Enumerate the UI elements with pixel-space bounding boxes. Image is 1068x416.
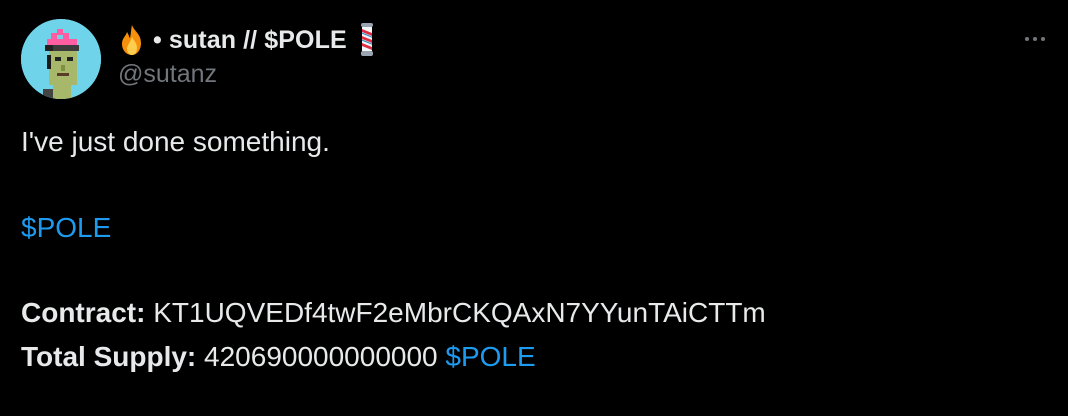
author-name-text: • sutan // $POLE <box>153 25 347 54</box>
total-supply-label: Total Supply: <box>21 341 197 372</box>
contract-address: KT1UQVEDf4twF2eMbrCKQAxN7YYunTAiCTTm <box>153 297 766 328</box>
avatar[interactable] <box>21 19 101 99</box>
tweet-cashtag-line: $POLE <box>21 208 111 248</box>
more-dot <box>1025 37 1029 41</box>
author-handle[interactable]: @sutanz <box>118 60 217 89</box>
cashtag-link[interactable]: $POLE <box>21 212 111 243</box>
contract-line: Contract: KT1UQVEDf4twF2eMbrCKQAxN7YYunT… <box>21 293 766 333</box>
fire-icon <box>122 25 141 55</box>
tweet-card: • sutan // $POLE @sutanz I've just done … <box>0 0 1068 416</box>
barber-pole-icon <box>360 23 373 56</box>
cashtag-link[interactable]: $POLE <box>445 341 535 372</box>
more-options-button[interactable] <box>1014 24 1056 54</box>
author-display-name[interactable]: • sutan // $POLE <box>117 22 378 58</box>
tweet-text-line: I've just done something. <box>21 126 330 157</box>
total-supply-line: Total Supply: 420690000000000 $POLE <box>21 337 536 377</box>
contract-label: Contract: <box>21 297 146 328</box>
total-supply-value: 420690000000000 <box>204 341 438 372</box>
more-dot <box>1033 37 1037 41</box>
more-dot <box>1041 37 1045 41</box>
